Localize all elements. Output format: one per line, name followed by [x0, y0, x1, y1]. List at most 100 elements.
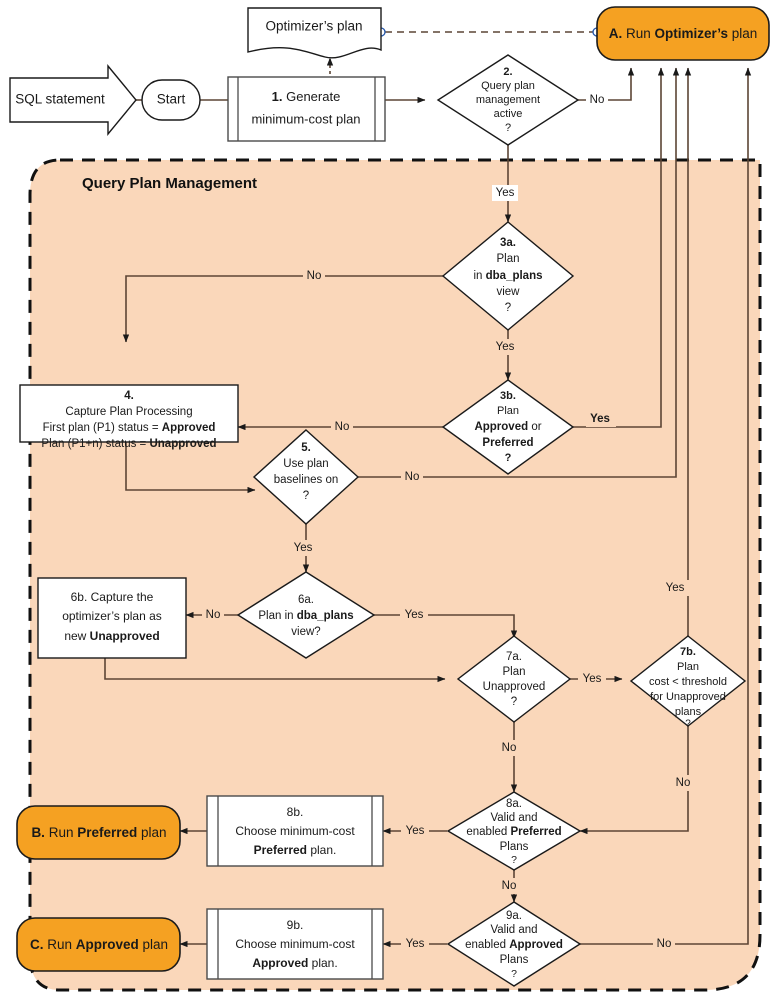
step9b-line-0: 9b. [287, 918, 304, 932]
step5-line-0: 5. [301, 442, 311, 454]
step5-line-3: ? [303, 490, 309, 502]
node-step2[interactable]: 2. Query plan management active ? [436, 54, 580, 146]
step5-line-2: baselines on [274, 474, 339, 486]
step9b-line-1: Choose minimum-cost [235, 937, 355, 951]
edge-label-step8a-no: No [498, 878, 520, 894]
A-mid: Run [622, 26, 654, 41]
node-A-run-optimizer-plan[interactable]: A. Run Optimizer’s plan [596, 6, 770, 61]
svg-text:No: No [206, 609, 221, 621]
edge-label-step9a-yes: Yes [401, 936, 429, 952]
C-label: C. Run Approved plan [30, 937, 168, 952]
step3b-line-0: 3b. [500, 390, 516, 402]
svg-text:No: No [502, 742, 517, 754]
step3a-line-1: Plan [496, 253, 519, 265]
step1-title: Generate [283, 89, 341, 104]
step8a-line-3: Plans [500, 841, 529, 853]
svg-text:No: No [676, 777, 691, 789]
step7a-line-1: Plan [502, 666, 525, 678]
edge-label-step5-no: No [401, 469, 423, 485]
step8b-line-1: Choose minimum-cost [235, 824, 355, 838]
svg-text:Yes: Yes [496, 341, 515, 353]
svg-text:No: No [502, 880, 517, 892]
step1-line1: 1. Generate [272, 89, 341, 104]
step3a-line-2: in dba_plans [473, 270, 542, 282]
step8a-line-0: 8a. [506, 798, 522, 810]
svg-text:Yes: Yes [666, 582, 685, 594]
step9a-line-2: enabled Approved [465, 939, 563, 951]
step2-line-2: management [476, 94, 540, 106]
B-label: B. Run Preferred plan [31, 825, 166, 840]
node-step9b[interactable]: 9b. Choose minimum-cost Approved plan. [206, 908, 384, 980]
C-bold: Approved [76, 937, 139, 952]
step3b-line-3: Preferred [482, 437, 533, 449]
step1-number: 1. [272, 89, 283, 104]
node-C-run-approved-plan[interactable]: C. Run Approved plan [16, 917, 181, 972]
edge-label-step7b-yes: Yes [661, 580, 689, 596]
node-step8b[interactable]: 8b. Choose minimum-cost Preferred plan. [206, 795, 384, 867]
step7b-line-2: cost < threshold [649, 676, 727, 688]
node-step4[interactable]: 4. Capture Plan Processing First plan (P… [19, 384, 239, 450]
B-mid: Run [45, 825, 77, 840]
edge-label-step2-no: No [586, 92, 608, 108]
step3b-line-1: Plan [497, 405, 519, 417]
svg-text:Yes: Yes [406, 825, 425, 837]
node-sql-statement-input[interactable]: SQL statement [9, 64, 137, 136]
svg-text:Yes: Yes [406, 938, 425, 950]
svg-text:Yes: Yes [294, 542, 313, 554]
step4-line-3: Plan (P1+n) status = Unapproved [41, 438, 216, 450]
node-B-run-preferred-plan[interactable]: B. Run Preferred plan [16, 805, 181, 860]
edge-label-step7a-no: No [498, 740, 520, 756]
node-optimizer-plan-document[interactable]: Optimizer’s plan [247, 7, 382, 59]
step2-line-3: active [494, 108, 523, 120]
edge-label-step3b-yes: Yes [586, 411, 616, 427]
svg-text:No: No [590, 94, 605, 106]
A-prefix: A. [609, 26, 623, 41]
edge-label-step6a-no: No [202, 607, 224, 623]
step2-line-1: Query plan [481, 80, 535, 92]
step6a-line-1: Plan in dba_plans [258, 610, 353, 622]
step6a-line-2: view? [291, 626, 320, 638]
step8b-line-0: 8b. [287, 805, 304, 819]
step9a-line-0: 9a. [506, 910, 522, 922]
step7b-line-3: for Unapproved [650, 691, 726, 703]
B-suffix: plan [137, 825, 166, 840]
step4-line-0: 4. [124, 390, 134, 402]
step3a-line-4: ? [505, 302, 511, 314]
A-suffix: plan [728, 26, 757, 41]
step1-line2: minimum-cost plan [251, 111, 360, 126]
step9a-line-1: Valid and [490, 924, 537, 936]
step9a-line-3: Plans [500, 954, 529, 966]
flowchart-canvas: Query Plan Management No Yes No Yes No Y… [0, 0, 775, 1004]
edge-label-step2-yes: Yes [492, 185, 518, 201]
A-label: A. Run Optimizer’s plan [609, 26, 758, 41]
step8a-line-2: enabled Preferred [466, 826, 561, 838]
edge-label-step3a-no: No [303, 268, 325, 284]
start-label: Start [157, 92, 186, 107]
edge-label-step7b-no: No [672, 775, 694, 791]
edge-label-step8a-yes: Yes [401, 823, 429, 839]
svg-text:No: No [307, 270, 322, 282]
step8a-line-4: ? [511, 854, 517, 866]
svg-text:No: No [657, 938, 672, 950]
step7b-line-5: ? [685, 719, 691, 730]
node-start[interactable]: Start [141, 79, 201, 121]
edge-label-step3b-no: No [331, 419, 353, 435]
edge-label-step7a-yes: Yes [578, 671, 606, 687]
container-title: Query Plan Management [82, 175, 257, 192]
svg-text:No: No [405, 471, 420, 483]
node-step1[interactable]: 1. Generate minimum-cost plan [227, 76, 386, 142]
step7b-line-4: plans [675, 706, 702, 718]
step3a-line-0: 3a. [500, 237, 516, 249]
edge-label-step9a-no: No [653, 936, 675, 952]
edge-label-step5-yes: Yes [290, 540, 316, 556]
step6b-line-1: optimizer’s plan as [62, 609, 162, 623]
A-bold: Optimizer’s [654, 26, 728, 41]
edge-label-step3a-yes: Yes [492, 339, 518, 355]
step8b-line-2: Preferred plan. [254, 843, 337, 857]
svg-text:Yes: Yes [590, 413, 610, 425]
step3b-line-2: Approved or [474, 421, 541, 433]
svg-text:Yes: Yes [583, 673, 602, 685]
optimizer-plan-label: Optimizer’s plan [265, 19, 362, 34]
step4-line-2: First plan (P1) status = Approved [43, 422, 216, 434]
node-step6b[interactable]: 6b. Capture the optimizer’s plan as new … [37, 577, 187, 659]
